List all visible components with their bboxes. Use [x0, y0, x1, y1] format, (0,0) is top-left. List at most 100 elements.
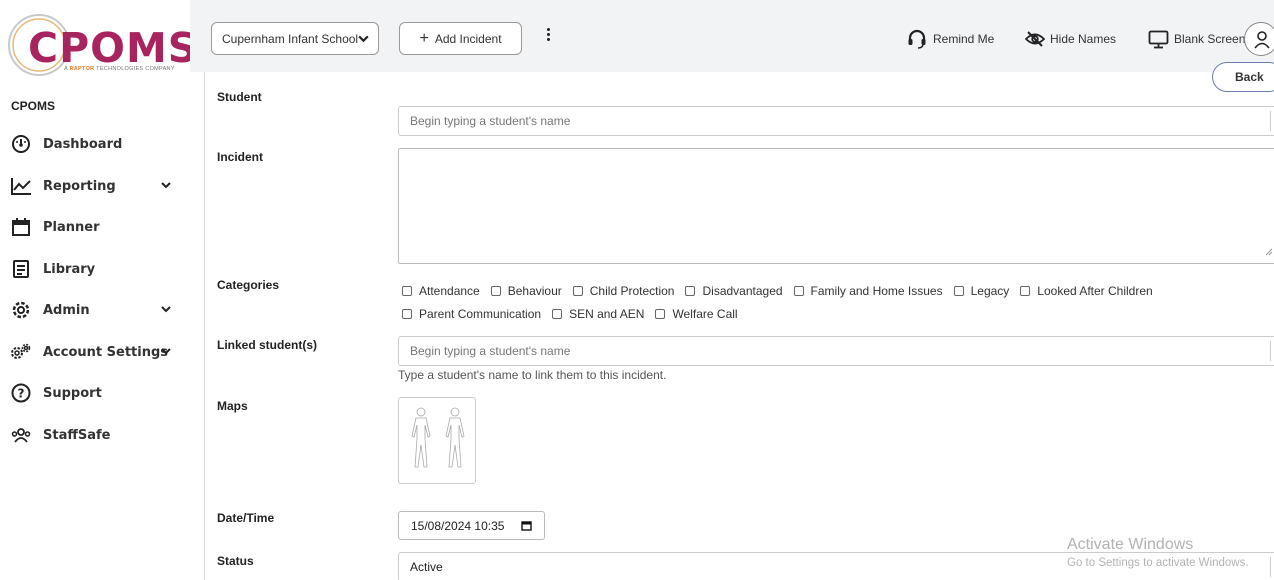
help-icon: ?	[10, 382, 32, 404]
status-label: Status	[217, 554, 254, 568]
linked-students-placeholder: Begin typing a student's name	[410, 344, 571, 358]
categories-label: Categories	[217, 278, 280, 292]
resize-grip-icon[interactable]	[1265, 243, 1273, 261]
student-placeholder: Begin typing a student's name	[410, 114, 571, 128]
select-divider	[1270, 341, 1271, 361]
sidebar-item-admin[interactable]: Admin	[10, 297, 180, 323]
linked-students-label: Linked student(s)	[217, 338, 318, 352]
remind-me-label: Remind Me	[933, 32, 995, 46]
checkbox[interactable]	[953, 286, 964, 296]
top-bar: Cupernham Infant School + Add Incident R…	[190, 0, 1274, 72]
chevron-down-icon	[357, 32, 370, 48]
remind-me-button[interactable]: Remind Me	[906, 27, 994, 51]
checkbox[interactable]	[402, 286, 412, 296]
hide-names-button[interactable]: Hide Names	[1025, 27, 1116, 51]
checkbox[interactable]	[1020, 286, 1031, 296]
datetime-input[interactable]: 15/08/2024 10:35	[398, 511, 545, 540]
dashboard-icon	[10, 133, 32, 155]
sidebar-item-reporting[interactable]: Reporting	[10, 173, 180, 199]
category-child-protection[interactable]: Child Protection	[572, 284, 674, 298]
blank-screen-button[interactable]: Blank Screen	[1148, 27, 1245, 51]
add-incident-label: Add Incident	[434, 31, 502, 46]
sidebar-item-label: Library	[43, 261, 96, 277]
category-sen-aen[interactable]: SEN and AEN	[552, 307, 644, 321]
chevron-down-icon[interactable]	[160, 178, 172, 196]
student-select[interactable]: Begin typing a student's name ▼	[398, 106, 1274, 136]
eye-off-icon	[1025, 30, 1045, 48]
category-legacy[interactable]: Legacy	[953, 284, 1009, 298]
status-value: Active	[410, 560, 443, 574]
checkbox[interactable]	[490, 286, 501, 296]
library-icon	[10, 258, 32, 280]
sidebar-item-label: Support	[43, 385, 102, 401]
chevron-down-icon[interactable]	[160, 302, 172, 320]
sidebar-heading: CPOMS	[11, 99, 56, 113]
categories-row-1: Attendance Behaviour Child Protection Di…	[402, 284, 1164, 298]
select-divider	[1270, 557, 1271, 577]
svg-text:?: ?	[18, 387, 25, 401]
gear-icon	[10, 299, 32, 321]
linked-students-hint: Type a student's name to link them to th…	[398, 368, 667, 382]
monitor-icon	[1148, 30, 1169, 49]
sidebar-item-label: Planner	[43, 219, 100, 235]
chart-line-icon	[10, 175, 32, 197]
logo-tagline: A RAPTOR TECHNOLOGIES COMPANY	[64, 66, 175, 72]
datetime-value: 15/08/2024 10:35	[411, 518, 505, 533]
sidebar-item-account-settings[interactable]: Account Settings	[10, 339, 180, 365]
sidebar-item-library[interactable]: Library	[10, 256, 180, 282]
activate-windows-subtitle: Go to Settings to activate Windows.	[1067, 557, 1249, 569]
checkbox[interactable]	[552, 309, 563, 319]
school-select-value: Cupernham Infant School	[222, 31, 359, 46]
activate-windows-title: Activate Windows	[1067, 536, 1194, 553]
sidebar-item-planner[interactable]: Planner	[10, 214, 180, 240]
sidebar-item-label: Reporting	[43, 178, 116, 194]
sidebar: CPOMS A RAPTOR TECHNOLOGIES COMPANY CPOM…	[0, 0, 197, 580]
maps-label: Maps	[217, 399, 248, 413]
chevron-down-icon[interactable]	[160, 344, 172, 362]
calendar-icon[interactable]	[521, 520, 532, 534]
category-behaviour[interactable]: Behaviour	[490, 284, 562, 298]
category-looked-after-children[interactable]: Looked After Children	[1020, 284, 1153, 298]
sidebar-item-staffsafe[interactable]: StaffSafe	[10, 422, 180, 448]
checkbox[interactable]	[402, 309, 412, 319]
sidebar-item-label: StaffSafe	[43, 427, 111, 443]
back-button[interactable]: Back	[1212, 62, 1274, 92]
content-divider	[204, 72, 205, 580]
plus-icon: +	[419, 29, 429, 47]
select-divider	[1270, 111, 1271, 131]
logo-text: CPOMS	[28, 24, 199, 72]
category-parent-communication[interactable]: Parent Communication	[402, 307, 541, 321]
add-incident-button[interactable]: + Add Incident	[399, 22, 522, 55]
hide-names-label: Hide Names	[1050, 32, 1117, 46]
category-family-home-issues[interactable]: Family and Home Issues	[793, 284, 943, 298]
user-icon	[1254, 31, 1270, 49]
category-welfare-call[interactable]: Welfare Call	[655, 307, 738, 321]
sidebar-item-label: Dashboard	[43, 136, 123, 152]
datetime-label: Date/Time	[217, 511, 275, 525]
checkbox[interactable]	[685, 286, 696, 296]
linked-students-select[interactable]: Begin typing a student's name ▼	[398, 336, 1274, 366]
incident-textarea[interactable]	[398, 148, 1274, 264]
sidebar-item-label: Admin	[43, 302, 90, 318]
users-icon	[10, 424, 32, 446]
blank-screen-label: Blank Screen	[1174, 32, 1246, 46]
cpoms-logo[interactable]: CPOMS A RAPTOR TECHNOLOGIES COMPANY	[6, 12, 197, 78]
body-map-thumbnail[interactable]	[398, 397, 476, 484]
more-options-icon[interactable]	[542, 26, 554, 50]
categories-row-2: Parent Communication SEN and AEN Welfare…	[402, 307, 749, 321]
sidebar-item-dashboard[interactable]: Dashboard	[10, 131, 180, 157]
category-disadvantaged[interactable]: Disadvantaged	[685, 284, 783, 298]
checkbox[interactable]	[655, 309, 666, 319]
student-label: Student	[217, 90, 262, 104]
user-menu-button[interactable]	[1244, 22, 1274, 56]
incident-label: Incident	[217, 150, 264, 164]
category-attendance[interactable]: Attendance	[402, 284, 480, 298]
checkbox[interactable]	[572, 286, 583, 296]
body-map-icon	[411, 407, 465, 468]
headset-icon	[906, 28, 928, 50]
calendar-icon	[10, 216, 32, 238]
checkbox[interactable]	[793, 286, 804, 296]
sidebar-item-label: Account Settings	[43, 344, 169, 360]
sidebar-item-support[interactable]: ? Support	[10, 380, 180, 406]
school-select[interactable]: Cupernham Infant School	[211, 22, 379, 55]
